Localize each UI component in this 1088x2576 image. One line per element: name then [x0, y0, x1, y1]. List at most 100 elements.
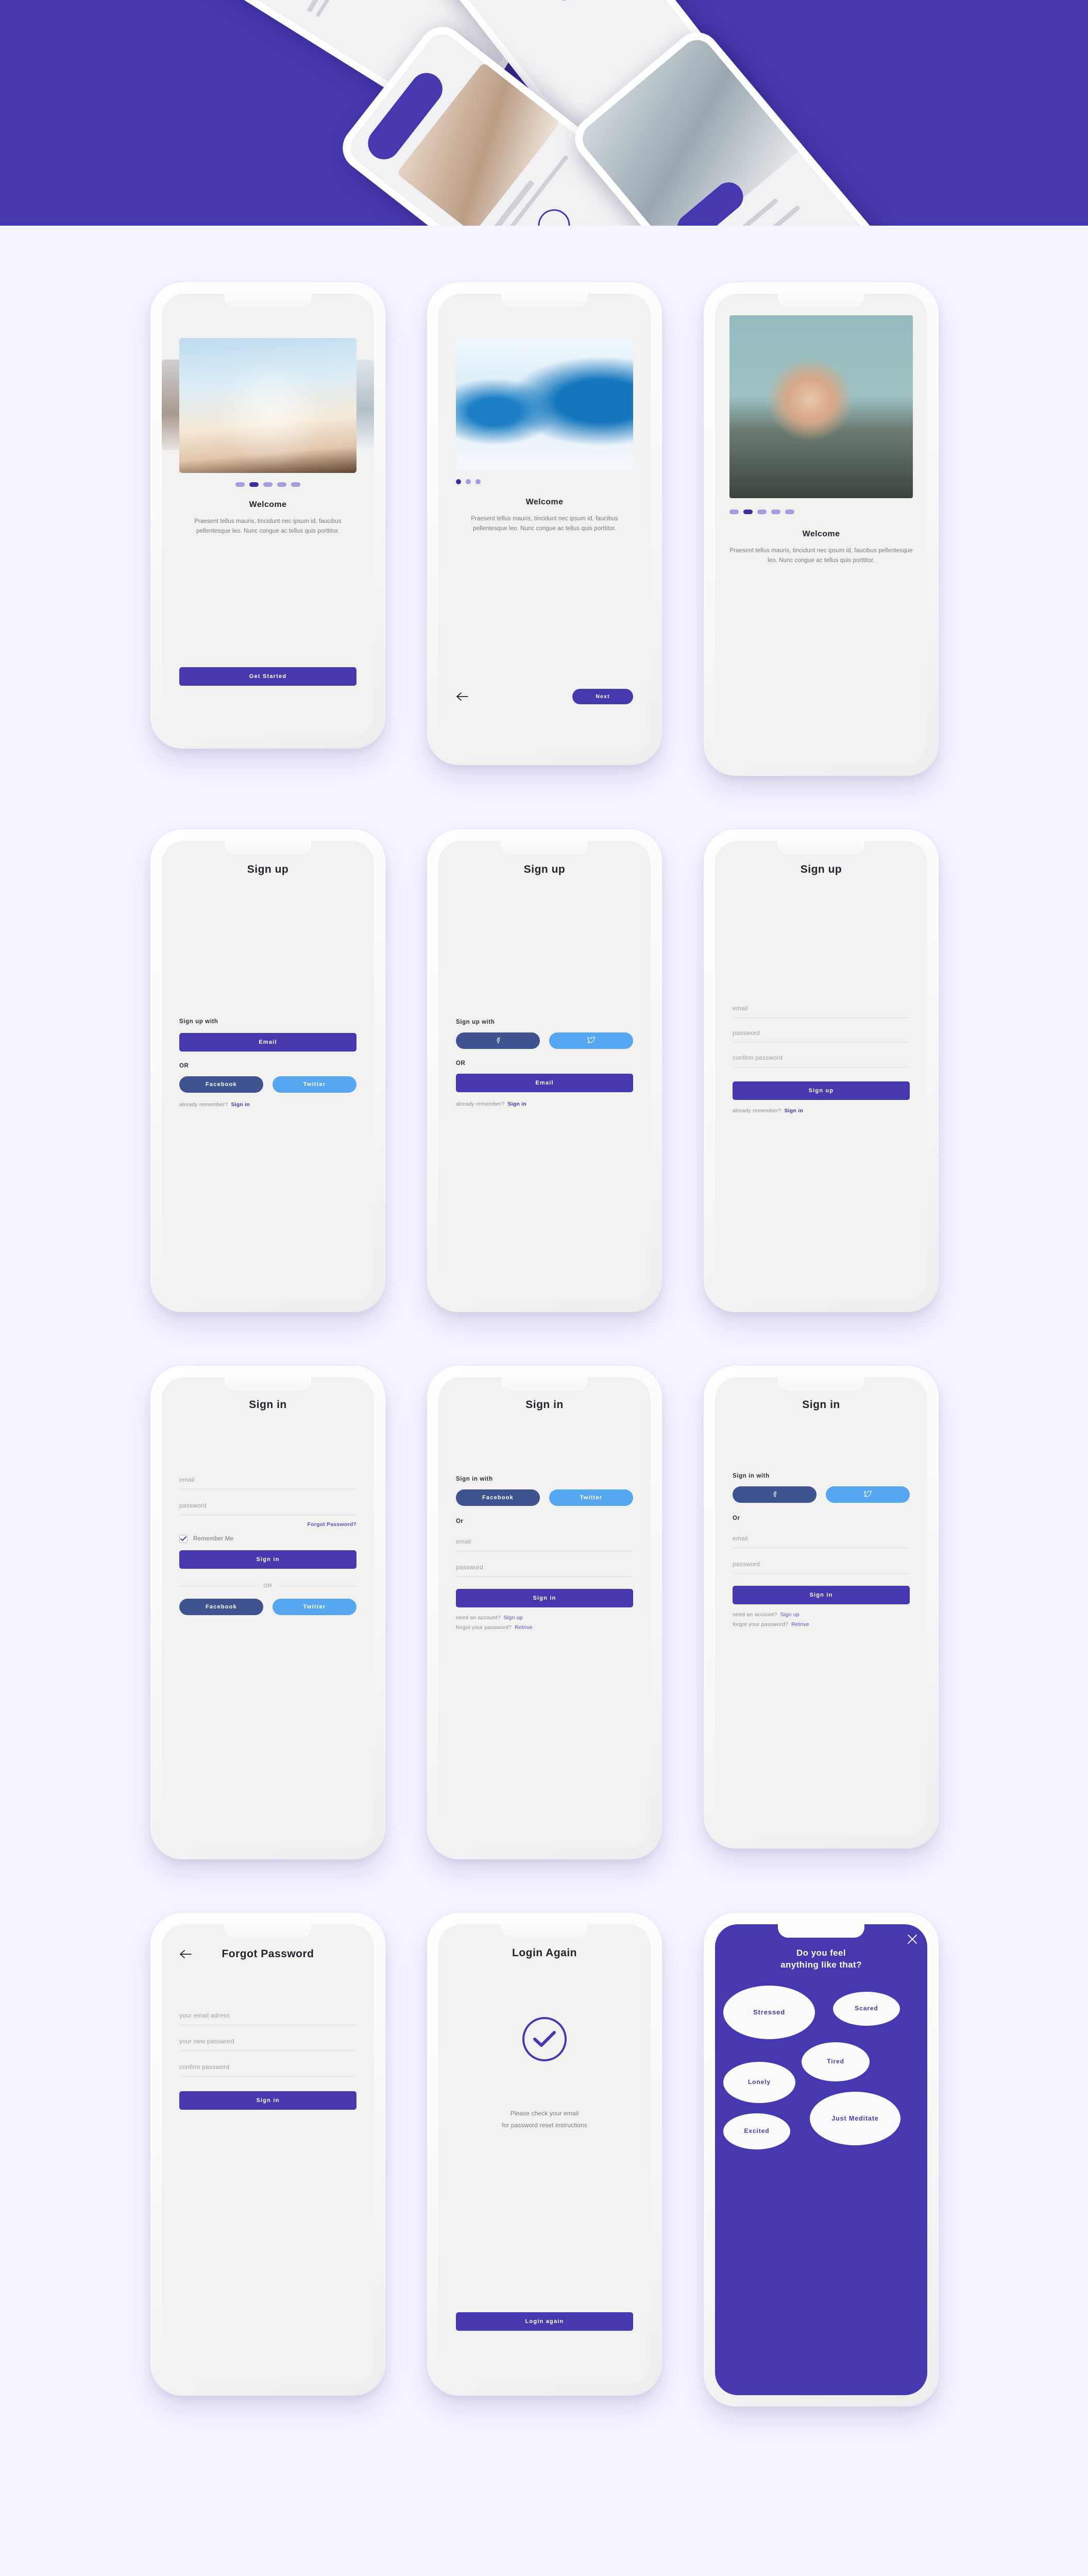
carousel-dot[interactable] — [771, 510, 780, 514]
need-account-row: need an account? Sign up — [456, 1615, 633, 1621]
mood-bubble-lonely[interactable]: Lonely — [723, 2061, 795, 2103]
screen-signin-3: Sign in Sign in with Or email password S… — [715, 1377, 927, 1837]
onboarding-body: Praesent tellus mauris, tincidunt nec ip… — [729, 548, 913, 564]
twitter-button[interactable]: Twitter — [549, 1489, 633, 1506]
carousel-dot[interactable] — [729, 510, 739, 514]
carousel-dots[interactable] — [179, 482, 356, 487]
signin-submit-button[interactable]: Sign in — [456, 1589, 633, 1607]
social-buttons-row — [456, 1032, 633, 1049]
retrive-link[interactable]: Retrive — [791, 1621, 809, 1628]
remember-me-row[interactable]: Remember Me — [179, 1535, 356, 1543]
signup-with-label: Sign up with — [456, 1019, 495, 1026]
login-again-button[interactable]: Login again — [456, 2312, 633, 2331]
carousel-dot-active[interactable] — [743, 510, 753, 514]
phone-notch — [225, 1377, 311, 1391]
phone-notch — [225, 841, 311, 854]
arrow-left-icon[interactable] — [179, 1950, 193, 1959]
screen-signup-2: Sign up Sign up with OR Email already re… — [438, 841, 651, 1301]
signin-submit-button[interactable]: Sign in — [179, 2091, 356, 2110]
phone-onboarding-2: Welcome Praesent tellus mauris, tincidun… — [427, 282, 662, 765]
retrive-link[interactable]: Retrive — [515, 1624, 533, 1631]
facebook-button[interactable] — [733, 1486, 817, 1503]
carousel-dot-active[interactable] — [456, 479, 461, 484]
mood-bubble-tired[interactable]: Tired — [802, 2042, 870, 2081]
sign-in-link[interactable]: Sign in — [507, 1101, 526, 1107]
screen-signin-1: Sign in email password Forgot Password? — [162, 1377, 374, 1848]
phone-onboarding-3: Welcome Praesent tellus mauris, tincidun… — [704, 282, 939, 776]
email-field[interactable]: email — [456, 1534, 633, 1551]
screen-login-again: Login Again Please check your email for … — [438, 1924, 651, 2384]
email-field[interactable]: email — [179, 1472, 356, 1489]
or-divider: OR — [179, 1583, 357, 1589]
carousel-dots[interactable] — [729, 510, 913, 514]
close-icon[interactable] — [907, 1934, 918, 1945]
signin-submit-button[interactable]: Sign in — [733, 1586, 910, 1604]
carousel-dot[interactable] — [263, 482, 273, 487]
page-title: Sign in — [802, 1399, 840, 1411]
facebook-button[interactable]: Facebook — [456, 1489, 540, 1506]
remember-me-label: Remember Me — [193, 1536, 234, 1542]
row-signin: Sign in email password Forgot Password? — [150, 1366, 939, 1859]
carousel-dot[interactable] — [475, 479, 481, 484]
mood-bubble-excited[interactable]: Excited — [723, 2113, 790, 2149]
email-field[interactable]: email — [733, 1531, 910, 1548]
confirm-password-field[interactable]: confirm password — [179, 2059, 356, 2077]
mood-bubble-just-meditate[interactable]: Just Meditate — [810, 2091, 900, 2145]
facebook-button[interactable] — [456, 1032, 540, 1049]
phone-notch — [225, 1924, 311, 1938]
onboarding-2-content: Welcome Praesent tellus mauris, tincidun… — [438, 294, 651, 754]
facebook-button[interactable]: Facebook — [179, 1076, 263, 1093]
carousel-dots[interactable] — [456, 479, 633, 484]
phone-mood-selector: Do you feel anything like that? Stressed… — [704, 1913, 939, 2406]
sign-in-link[interactable]: Sign in — [231, 1101, 249, 1108]
social-buttons-row — [733, 1486, 910, 1503]
facebook-button[interactable]: Facebook — [179, 1599, 263, 1615]
phone-notch — [225, 294, 311, 307]
get-started-button[interactable]: Get Started — [179, 667, 356, 686]
email-address-field[interactable]: your email adress — [179, 2008, 356, 2025]
email-field[interactable]: email — [733, 1001, 910, 1018]
forgot-password-link[interactable]: Forgot Password? — [179, 1521, 356, 1528]
mood-bubble-scared[interactable]: Scared — [833, 1991, 900, 2026]
twitter-button[interactable]: Twitter — [273, 1599, 356, 1615]
new-password-field[interactable]: your new password — [179, 2033, 356, 2051]
password-field[interactable]: password — [179, 1498, 356, 1515]
phone-forgot-password: Forgot Password your email adress your n… — [150, 1913, 385, 2396]
signin-submit-button[interactable]: Sign in — [179, 1550, 356, 1569]
carousel-dot[interactable] — [277, 482, 286, 487]
screen-mood-selector: Do you feel anything like that? Stressed… — [715, 1924, 927, 2395]
remember-me-checkbox[interactable] — [179, 1535, 188, 1543]
carousel-dot[interactable] — [235, 482, 245, 487]
next-button[interactable]: Next — [572, 689, 633, 704]
signup-with-label: Sign up with — [179, 1019, 218, 1025]
signup-email-button[interactable]: Email — [179, 1033, 356, 1052]
carousel-dot[interactable] — [757, 510, 767, 514]
app-ui-kit-page: Welcome Praesent tellus mauris, tincidun… — [0, 0, 1088, 2576]
need-account-row: need an account? Sign up — [733, 1612, 910, 1618]
twitter-button[interactable] — [826, 1486, 910, 1503]
sign-in-link[interactable]: Sign in — [784, 1108, 803, 1114]
twitter-button[interactable]: Twitter — [273, 1076, 356, 1093]
signup-email-button[interactable]: Email — [456, 1074, 633, 1093]
password-field[interactable]: password — [733, 1556, 910, 1574]
facebook-icon — [771, 1490, 778, 1499]
phone-notch — [778, 1924, 864, 1938]
sign-up-link[interactable]: Sign up — [780, 1612, 800, 1618]
carousel-dot-active[interactable] — [249, 482, 259, 487]
password-field-placeholder: password — [733, 1561, 760, 1568]
carousel-dot[interactable] — [785, 510, 794, 514]
page-title: Sign up — [247, 863, 289, 875]
or-label: Or — [733, 1515, 740, 1521]
twitter-icon — [863, 1489, 872, 1500]
onboarding-1-content: Welcome Praesent tellus mauris, tincidun… — [162, 294, 374, 737]
signup-submit-button[interactable]: Sign up — [733, 1081, 910, 1100]
carousel-dot[interactable] — [291, 482, 300, 487]
carousel-dot[interactable] — [466, 479, 471, 484]
twitter-button[interactable] — [549, 1032, 633, 1049]
sign-up-link[interactable]: Sign up — [504, 1615, 523, 1621]
password-field[interactable]: password — [733, 1025, 910, 1043]
arrow-left-icon[interactable] — [456, 692, 469, 701]
password-field[interactable]: password — [456, 1560, 633, 1577]
mood-bubble-stressed[interactable]: Stressed — [723, 1985, 815, 2039]
confirm-password-field[interactable]: confirm password — [733, 1050, 910, 1067]
